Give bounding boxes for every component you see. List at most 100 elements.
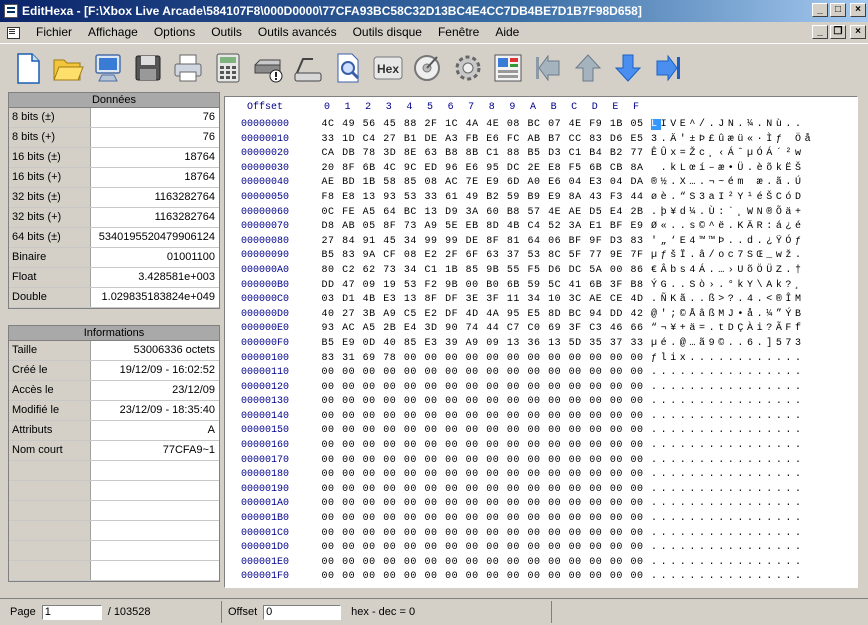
- property-value[interactable]: 01001100: [91, 248, 219, 267]
- ascii-text[interactable]: ................: [651, 571, 805, 582]
- data-property-grid: 8 bits (±) 76 8 bits (+) 76 16 bits (±) 18764…: [8, 108, 220, 309]
- menu-outils-disque[interactable]: Outils disque: [345, 22, 430, 42]
- property-key: 8 bits (±): [9, 108, 91, 127]
- ascii-text[interactable]: ÝG..Sò›.°kY\Ak?¸: [651, 280, 805, 291]
- child-restore-button[interactable]: ❐: [830, 25, 846, 39]
- ascii-text[interactable]: ®½.X….¬~ém æ.ã.Ú: [651, 177, 805, 188]
- hex-row: 00000000 4C 49 56 45 88 2F 1C 4A 4E 08 BC 07 4E F9 1B 05…: [241, 119, 805, 130]
- menu-outils-avancés[interactable]: Outils avancés: [250, 22, 345, 42]
- menu-affichage[interactable]: Affichage: [80, 22, 146, 42]
- ascii-text[interactable]: ÊÛx=Žc¸‹ÁˆµÓÁ´²w: [651, 148, 805, 159]
- image-editor-icon[interactable]: [488, 48, 528, 88]
- ascii-text[interactable]: ................: [651, 498, 805, 509]
- save-disk-icon[interactable]: [128, 48, 168, 88]
- property-key: Taille: [9, 341, 91, 360]
- ascii-text[interactable]: ................: [651, 513, 805, 524]
- row-offset: 00000040: [241, 177, 290, 189]
- property-row: 16 bits (±) 18764: [9, 148, 219, 168]
- child-minimize-button[interactable]: _: [812, 25, 828, 39]
- property-value[interactable]: 19/12/09 - 16:02:52: [91, 361, 219, 380]
- ascii-text[interactable]: ................: [651, 396, 805, 407]
- go-up-icon[interactable]: [568, 48, 608, 88]
- hex-icon[interactable]: Hex: [368, 48, 408, 88]
- ascii-text[interactable]: .þ¥d¼.Ù:`¸WN®Õä+: [651, 207, 805, 218]
- offset-column-header: Offset: [247, 102, 284, 113]
- ascii-text[interactable]: ƒlix............: [651, 353, 805, 364]
- ascii-text[interactable]: ................: [651, 484, 805, 495]
- property-value[interactable]: 23/12/09 - 18:35:40: [91, 401, 219, 420]
- new-file-icon[interactable]: [8, 48, 48, 88]
- open-folder-icon[interactable]: [48, 48, 88, 88]
- disk-drive-icon[interactable]: [248, 48, 288, 88]
- property-value[interactable]: 76: [91, 108, 219, 127]
- print-icon[interactable]: [168, 48, 208, 88]
- go-last-icon[interactable]: [648, 48, 688, 88]
- property-value[interactable]: 18764: [91, 168, 219, 187]
- document-icon[interactable]: [6, 25, 22, 39]
- property-value[interactable]: 18764: [91, 148, 219, 167]
- go-first-icon[interactable]: [528, 48, 568, 88]
- ascii-text[interactable]: “¬¥+ä=.tDÇÀi?ÃFf: [651, 323, 805, 334]
- close-button[interactable]: ×: [850, 3, 866, 17]
- ascii-text[interactable]: ................: [651, 367, 805, 378]
- ascii-text[interactable]: ................: [651, 557, 805, 568]
- menu-fenêtre[interactable]: Fenêtre: [430, 22, 487, 42]
- ascii-text[interactable]: ................: [651, 440, 805, 451]
- child-close-button[interactable]: ×: [850, 25, 866, 39]
- ascii-text[interactable]: €Âbs4Á.…›UõÖÜZ.†: [651, 265, 805, 276]
- row-offset: 00000060: [241, 206, 290, 218]
- ascii-text[interactable]: '„‘E4™™Þ..d.¿ŸÓƒ: [651, 236, 805, 247]
- row-offset: 00000160: [241, 440, 290, 452]
- property-row: 32 bits (+) 1163282764: [9, 208, 219, 228]
- scanner-icon[interactable]: [288, 48, 328, 88]
- property-value[interactable]: 5340195520479906124: [91, 228, 219, 247]
- hex-row: 00000050 F8 E8 13 93 53 33 61 49 B2 59 B9 E9 8A 43 F3 44…: [241, 191, 805, 203]
- row-offset: 00000090: [241, 250, 290, 262]
- property-value[interactable]: 1163282764: [91, 188, 219, 207]
- computer-icon[interactable]: [88, 48, 128, 88]
- ascii-text[interactable]: @';©ÅâßMJ•å.¼”ÝB: [651, 309, 805, 320]
- empty-row: [9, 501, 219, 521]
- ascii-text[interactable]: µƒšÏ.â/oc7SŒ_wž.: [651, 250, 805, 261]
- ascii-text[interactable]: LIVE^/.JN.¼.Nù..: [651, 119, 805, 130]
- property-value[interactable]: 53006336 octets: [91, 341, 219, 360]
- hex-row: 00000010 33 1D C4 27 B1 DE A3 FB E6 FC AB B7 CC 83 D6 E5…: [241, 133, 815, 145]
- menu-options[interactable]: Options: [146, 22, 203, 42]
- row-offset: 00000050: [241, 191, 290, 203]
- minimize-button[interactable]: _: [812, 3, 828, 17]
- menu-fichier[interactable]: Fichier: [28, 22, 80, 42]
- ascii-text[interactable]: ................: [651, 425, 805, 436]
- ascii-text[interactable]: ................: [651, 528, 805, 539]
- ascii-text[interactable]: ................: [651, 469, 805, 480]
- disc-scan-icon[interactable]: [408, 48, 448, 88]
- calculator-icon[interactable]: [208, 48, 248, 88]
- menu-aide[interactable]: Aide: [487, 22, 527, 42]
- ascii-text[interactable]: .kLœí–æ•Ü.èõkËŠ: [651, 163, 805, 174]
- ascii-text[interactable]: .ÑKã..ß>?.4.<®ÎM: [651, 294, 805, 305]
- find-document-icon[interactable]: [328, 48, 368, 88]
- ascii-text[interactable]: 3.Ä'±Þ£ûæü«·Ìƒ Öå: [651, 134, 814, 145]
- ascii-text[interactable]: øè.“S3aI²Y¹éŠCóD: [651, 192, 805, 203]
- property-key: Accès le: [9, 381, 91, 400]
- property-value[interactable]: 76: [91, 128, 219, 147]
- go-down-icon[interactable]: [608, 48, 648, 88]
- property-value[interactable]: 1.029835183824e+049: [91, 288, 219, 307]
- property-value[interactable]: 1163282764: [91, 208, 219, 227]
- property-value[interactable]: A: [91, 421, 219, 440]
- ascii-text[interactable]: ................: [651, 411, 805, 422]
- page-input[interactable]: 1: [41, 604, 102, 620]
- hex-editor-view[interactable]: Offset 0 1 2 3 4 5 6 7 8 9 A B C D E F 00000000 4C 49 56 45…: [224, 96, 858, 588]
- ascii-text[interactable]: Ø«..s©^ë.KÄR:á¿é: [651, 221, 805, 232]
- property-value[interactable]: 3.428581e+003: [91, 268, 219, 287]
- offset-input[interactable]: 0: [263, 604, 342, 620]
- ascii-text[interactable]: ................: [651, 542, 805, 553]
- ascii-text[interactable]: ................: [651, 382, 805, 393]
- menu-outils[interactable]: Outils: [203, 22, 250, 42]
- property-key: Attributs: [9, 421, 91, 440]
- ascii-text[interactable]: µé.@…ã9©..6.]573: [651, 338, 805, 349]
- property-value[interactable]: 23/12/09: [91, 381, 219, 400]
- property-value[interactable]: 77CFA9~1: [91, 441, 219, 460]
- ascii-text[interactable]: ................: [651, 455, 805, 466]
- maximize-button[interactable]: □: [830, 3, 846, 17]
- settings-gear-icon[interactable]: [448, 48, 488, 88]
